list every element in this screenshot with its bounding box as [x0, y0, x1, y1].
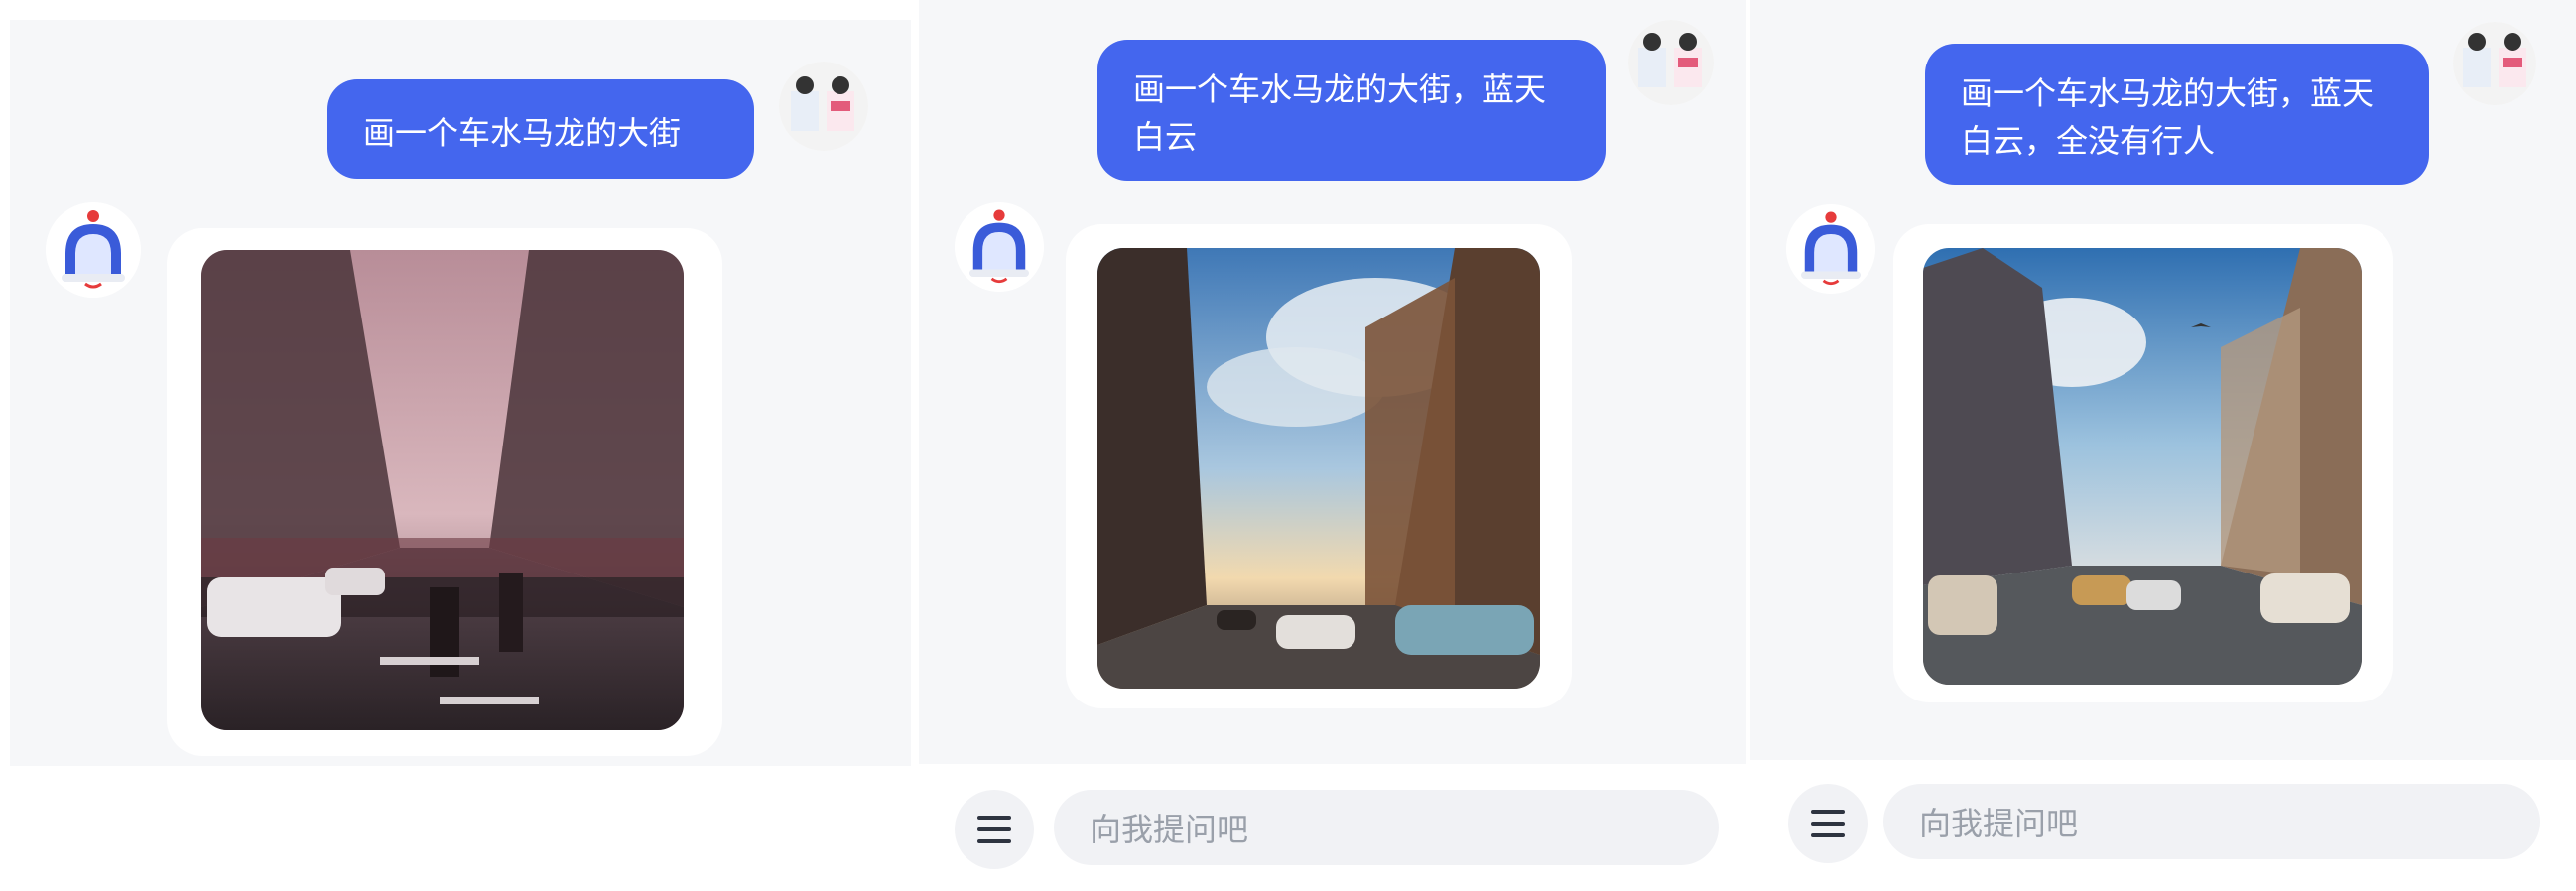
user-avatar[interactable] [2453, 22, 2536, 105]
hamburger-menu-icon [977, 816, 1011, 843]
ask-input-placeholder: 向我提问吧 [1919, 805, 2079, 842]
chat-panel-3: 画一个车水马龙的大街，蓝天 白云，全没有行人 向我提问吧 [1750, 0, 2576, 891]
user-avatar[interactable] [1628, 20, 1714, 105]
bot-avatar [955, 202, 1044, 292]
user-message-bubble: 画一个车水马龙的大街，蓝天 白云 [1097, 40, 1606, 181]
generated-image[interactable] [1097, 248, 1540, 689]
ask-input[interactable]: 向我提问吧 [1883, 784, 2540, 859]
bot-avatar [46, 202, 141, 298]
chat-panel-1: 画一个车水马龙的大街 [10, 0, 911, 891]
user-avatar[interactable] [779, 62, 868, 151]
generated-image[interactable] [1923, 248, 2362, 685]
user-message-bubble: 画一个车水马龙的大街，蓝天 白云，全没有行人 [1925, 44, 2429, 185]
chat-panel-2: 画一个车水马龙的大街，蓝天 白云 向我提问吧 [919, 0, 1746, 891]
hamburger-menu-icon [1811, 810, 1845, 837]
menu-button[interactable] [1788, 784, 1868, 863]
generated-image[interactable] [201, 250, 684, 730]
ask-input-placeholder: 向我提问吧 [1090, 811, 1249, 848]
menu-button[interactable] [955, 790, 1034, 869]
user-message-bubble: 画一个车水马龙的大街 [327, 79, 754, 179]
bot-avatar [1786, 204, 1875, 294]
ask-input[interactable]: 向我提问吧 [1054, 790, 1719, 865]
